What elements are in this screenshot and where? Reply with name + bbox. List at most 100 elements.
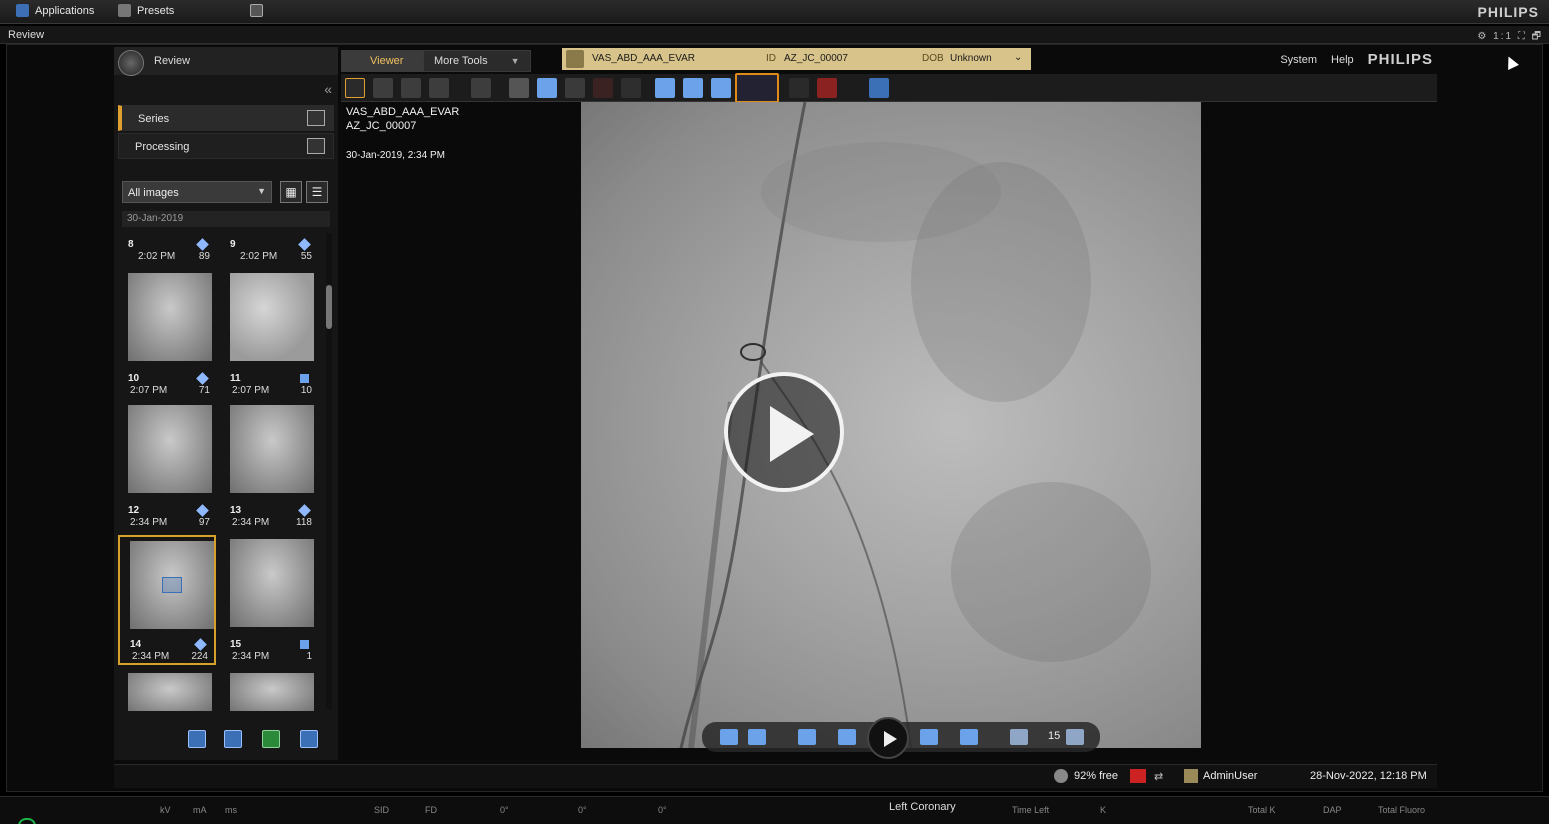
select-pointer-tool[interactable] [345,78,365,98]
text-annotation-tool[interactable] [471,78,491,98]
applications-menu[interactable]: Applications [16,4,94,17]
play-icon [884,731,897,747]
thumb-count: 224 [191,651,208,662]
series-diamond-icon [196,372,209,385]
thumbnail-11[interactable]: 11 2:07 PM 10 [220,273,318,396]
thumbnail-10[interactable]: 10 2:07 PM 71 [118,273,216,396]
add-series-icon[interactable] [262,730,280,748]
thumbnail-16[interactable] [118,673,216,711]
thumb-number: 12 [128,505,140,516]
thumbnail-13[interactable]: 13 2:34 PM 118 [220,405,318,528]
tab-more-tools[interactable]: More Tools ▼ [423,50,531,72]
presets-menu[interactable]: Presets [118,4,174,17]
pan-hand-tool[interactable] [401,78,421,98]
tab-viewer[interactable]: Viewer [341,50,423,72]
user-icon [1184,769,1198,783]
sid-label: SID [374,805,390,815]
previous-frame-icon[interactable] [838,729,856,745]
thumb-count: 10 [300,385,312,396]
chevron-down-icon[interactable]: ⌄ [1014,52,1022,63]
measure-line-tool[interactable] [789,78,809,98]
layout-select-icon[interactable] [869,78,889,98]
compare-icon[interactable] [565,78,585,98]
ma-label: mA [193,805,207,815]
patient-dob-label: DOB [922,53,944,64]
save-icon[interactable] [188,730,206,748]
system-menu[interactable]: System [1280,54,1317,66]
series-diamond-icon [196,504,209,517]
rotate-left-icon[interactable] [655,78,675,98]
single-image-icon [300,640,309,649]
thumbnail-12[interactable]: 12 2:34 PM 97 [118,405,216,528]
procedure-name: Left Coronary [889,801,956,813]
store-image-icon[interactable] [537,78,557,98]
next-frame-icon[interactable] [920,729,938,745]
thumb-image [128,673,212,711]
ms-label: ms [225,805,237,815]
presets-icon [118,4,131,17]
angle-1: 0° [500,805,509,815]
thumbnail-scrollbar[interactable] [326,233,332,709]
help-menu[interactable]: Help [1331,54,1354,66]
contrast-tool[interactable] [429,78,449,98]
reset-view-icon[interactable] [735,73,779,103]
mask-icon[interactable] [621,78,641,98]
nav-processing[interactable]: Processing [118,133,334,159]
rotate-right-icon[interactable] [683,78,703,98]
thumb-image [230,273,314,361]
thumb-time: 2:07 PM [232,385,270,396]
image-filter-select[interactable]: All images ▼ [122,181,272,203]
thumb-count: 71 [198,385,210,396]
current-user[interactable]: AdminUser [1203,770,1257,782]
play-icon [770,406,814,462]
thumb-count: 89 [198,251,210,262]
system-info-strip: kV mA ms SID FD 0° 0° 0° Left Coronary T… [0,796,1549,824]
annotation-pen-tool[interactable] [817,78,837,98]
delete-icon[interactable] [593,78,613,98]
thumbnail-9[interactable]: 9 2:02 PM 55 [220,229,318,265]
patient-id-label: ID [766,53,776,64]
thumb-time: 2:34 PM [232,517,270,528]
play-video-button[interactable] [724,372,844,492]
angle-2: 0° [578,805,587,815]
disk-free-status: 92% free [1074,770,1119,782]
thumb-count: 118 [296,517,312,528]
thumb-number: 13 [230,505,242,516]
thumb-number: 14 [130,639,142,650]
fd-label: FD [425,805,437,815]
patient-dob: Unknown [950,53,992,64]
frame-rate-icon[interactable] [1066,729,1084,745]
review-icon[interactable] [118,50,144,76]
dap-label: DAP [1323,805,1342,815]
export-icon[interactable] [224,730,242,748]
flip-icon[interactable] [711,78,731,98]
thumbnail-8[interactable]: 8 2:02 PM 89 [118,229,216,265]
play-button[interactable] [867,717,909,759]
review-label: Review [8,29,45,41]
scrollbar-thumb[interactable] [326,285,332,329]
screen-layout-button[interactable] [250,4,263,17]
thumb-number: 15 [230,639,242,650]
philips-brand: PHILIPS [1367,51,1433,68]
thumbnail-15[interactable]: 15 2:34 PM 1 [220,539,318,662]
last-frame-icon[interactable] [960,729,978,745]
app-topbar: Applications Presets PHILIPS [0,0,1549,24]
thumb-image [230,673,314,711]
series-diamond-icon [298,238,311,251]
thumbnail-14[interactable]: 14 2:34 PM 224 [118,535,216,665]
patient-info-bar[interactable]: VAS_ABD_AAA_EVAR ID AZ_JC_00007 DOB Unkn… [562,48,1031,70]
first-frame-icon[interactable] [798,729,816,745]
thumb-count: 1 [306,651,312,662]
camera-icon[interactable] [509,78,529,98]
list-view-button[interactable]: ☰ [306,181,328,203]
print-icon[interactable] [300,730,318,748]
thumbnail-17[interactable] [220,673,318,711]
nav-series[interactable]: Series [118,105,334,131]
all-series-icon[interactable] [748,729,766,745]
first-series-icon[interactable] [720,729,738,745]
xray-image-viewport[interactable] [581,102,1201,748]
collapse-panel-icon[interactable]: « [324,81,332,97]
loop-icon[interactable] [1010,729,1028,745]
grid-view-button[interactable]: ▦ [280,181,302,203]
zoom-tool[interactable] [373,78,393,98]
